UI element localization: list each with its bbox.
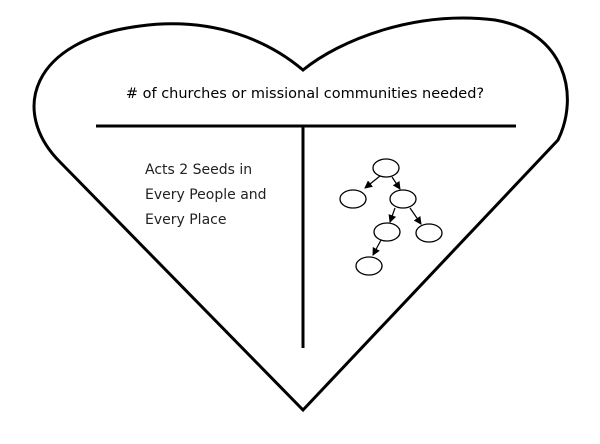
tree-node xyxy=(415,223,443,243)
tree-diagram xyxy=(339,158,443,276)
tree-edge xyxy=(409,207,422,225)
tree-node xyxy=(355,256,383,276)
tree-node xyxy=(372,158,400,178)
tree-edge xyxy=(364,175,381,189)
tree-node xyxy=(339,189,367,209)
diagram-heading: # of churches or missional communities n… xyxy=(125,86,485,102)
diagram-canvas: # of churches or missional communities n… xyxy=(0,0,600,440)
heart-diagram xyxy=(32,16,569,413)
tree-edge xyxy=(372,239,382,256)
tree-node xyxy=(373,222,401,242)
left-text-line-3: Every Place xyxy=(145,212,227,228)
left-text-line-2: Every People and xyxy=(145,187,267,203)
tree-edge xyxy=(388,207,397,223)
tree-edge xyxy=(391,176,401,190)
heart-outline xyxy=(32,16,569,413)
left-text-line-1: Acts 2 Seeds in xyxy=(145,162,253,178)
tree-node xyxy=(389,189,417,209)
